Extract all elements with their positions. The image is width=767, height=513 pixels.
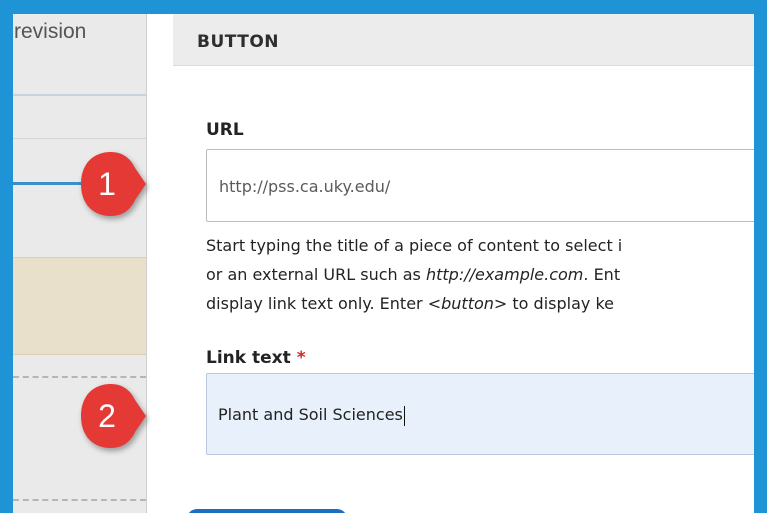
link-text-input-value: Plant and Soil Sciences xyxy=(218,405,403,424)
link-text-label: Link text * xyxy=(206,348,306,368)
button-tag-text: <button> xyxy=(427,294,508,313)
revision-label: revision xyxy=(14,20,87,43)
url-input-value: http://pss.ca.uky.edu/ xyxy=(219,177,391,196)
link-text-input[interactable]: Plant and Soil Sciences xyxy=(206,373,754,455)
callout-badge-1: 1 xyxy=(75,148,147,220)
panel-header[interactable]: BUTTON xyxy=(173,14,754,66)
url-description: Start typing the title of a piece of con… xyxy=(206,231,754,318)
dashed-divider xyxy=(13,376,146,378)
text-cursor xyxy=(403,405,405,426)
url-label: URL xyxy=(206,120,244,140)
description-line: or an external URL such as http://exampl… xyxy=(206,265,621,284)
button-settings-panel: BUTTON URL http://pss.ca.uky.edu/ Start … xyxy=(173,14,754,513)
divider xyxy=(13,138,146,139)
submit-button[interactable] xyxy=(187,509,347,513)
url-input[interactable]: http://pss.ca.uky.edu/ xyxy=(206,149,754,222)
callout-number: 1 xyxy=(98,166,116,202)
required-marker: * xyxy=(296,348,306,368)
description-line: display link text only. Enter <button> t… xyxy=(206,294,614,313)
screenshot-frame: revision BUTTON URL http://pss.ca.uky.ed… xyxy=(13,14,754,513)
panel-title: BUTTON xyxy=(197,32,280,52)
callout-number: 2 xyxy=(98,398,116,434)
description-line: Start typing the title of a piece of con… xyxy=(206,236,623,255)
dashed-divider xyxy=(13,499,146,501)
highlighted-row xyxy=(13,257,146,355)
callout-badge-2: 2 xyxy=(75,380,147,452)
example-url-text: http://example.com xyxy=(425,265,584,284)
divider xyxy=(13,94,146,96)
